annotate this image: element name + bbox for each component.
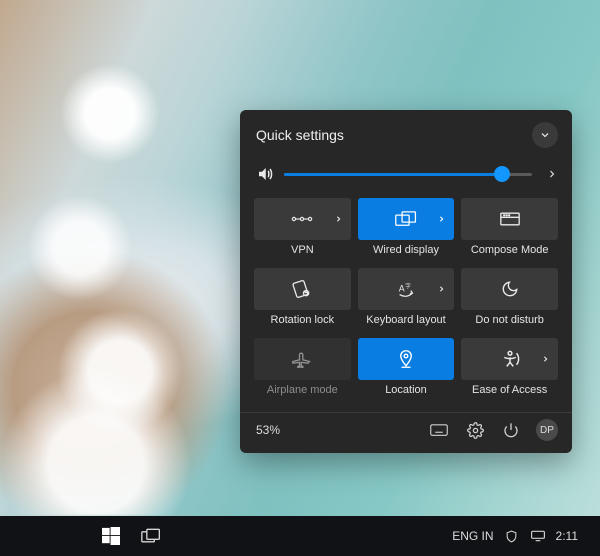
keyboard-icon: [430, 424, 448, 436]
tile-label-do-not-disturb: Do not disturb: [461, 314, 558, 326]
language-indicator[interactable]: ENG IN: [452, 529, 493, 543]
tile-vpn[interactable]: [254, 198, 351, 240]
keyboard-layout-icon: A字: [396, 281, 416, 297]
tile-label-ease-of-access: Ease of Access: [461, 384, 558, 396]
chevron-down-icon: [539, 129, 551, 141]
chevron-right-icon: [437, 215, 446, 224]
volume-slider[interactable]: [284, 167, 532, 181]
rotation-lock-icon: [292, 280, 312, 298]
vpn-icon: [291, 212, 313, 226]
tile-do-not-disturb[interactable]: [461, 268, 558, 310]
svg-text:A: A: [399, 283, 405, 293]
on-screen-keyboard-button[interactable]: [428, 419, 450, 441]
panel-title: Quick settings: [256, 127, 344, 143]
power-icon: [503, 422, 519, 438]
quick-settings-panel: Quick settings VPN Wired display Compose M…: [240, 110, 572, 453]
tile-ease-of-access[interactable]: [461, 338, 558, 380]
task-view-icon: [141, 528, 161, 544]
chevron-right-icon: [334, 215, 343, 224]
tile-label-compose-mode: Compose Mode: [461, 244, 558, 256]
tile-wired-display[interactable]: [358, 198, 455, 240]
battery-text: 53%: [256, 423, 280, 437]
tray-icon-1[interactable]: [504, 528, 520, 544]
tile-location[interactable]: [358, 338, 455, 380]
chevron-right-icon: [546, 168, 558, 180]
collapse-button[interactable]: [532, 122, 558, 148]
desktop-wallpaper: Quick settings VPN Wired display Compose M…: [0, 0, 600, 556]
user-avatar[interactable]: DP: [536, 419, 558, 441]
project-icon: [395, 211, 417, 227]
chevron-right-icon: [541, 355, 550, 364]
shield-icon: [505, 530, 518, 543]
clock[interactable]: 2:11: [556, 529, 578, 543]
wallpaper-foam: [0, 0, 200, 516]
gear-icon: [467, 422, 484, 439]
task-view-button[interactable]: [136, 521, 166, 551]
power-button[interactable]: [500, 419, 522, 441]
taskbar: ENG IN 2:11: [0, 516, 600, 556]
location-icon: [397, 349, 415, 369]
tile-label-location: Location: [358, 384, 455, 396]
tile-label-rotation-lock: Rotation lock: [254, 314, 351, 326]
moon-icon: [501, 280, 519, 298]
windows-logo-icon: [102, 527, 120, 545]
volume-expand-button[interactable]: [542, 164, 562, 184]
tile-airplane-mode: [254, 338, 351, 380]
volume-icon: [256, 165, 274, 183]
tile-label-keyboard-layout: Keyboard layout: [358, 314, 455, 326]
tray-icon-2[interactable]: [530, 528, 546, 544]
tile-label-airplane-mode: Airplane mode: [254, 384, 351, 396]
tile-label-wired-display: Wired display: [358, 244, 455, 256]
tile-keyboard-layout[interactable]: A字: [358, 268, 455, 310]
airplane-icon: [292, 349, 312, 369]
input-icon: [531, 530, 545, 542]
svg-text:字: 字: [405, 282, 411, 290]
accessibility-icon: [500, 350, 520, 368]
tile-rotation-lock[interactable]: [254, 268, 351, 310]
settings-button[interactable]: [464, 419, 486, 441]
chevron-right-icon: [437, 285, 446, 294]
compose-icon: [500, 212, 520, 226]
start-button[interactable]: [96, 521, 126, 551]
tile-compose-mode[interactable]: [461, 198, 558, 240]
tile-label-vpn: VPN: [254, 244, 351, 256]
